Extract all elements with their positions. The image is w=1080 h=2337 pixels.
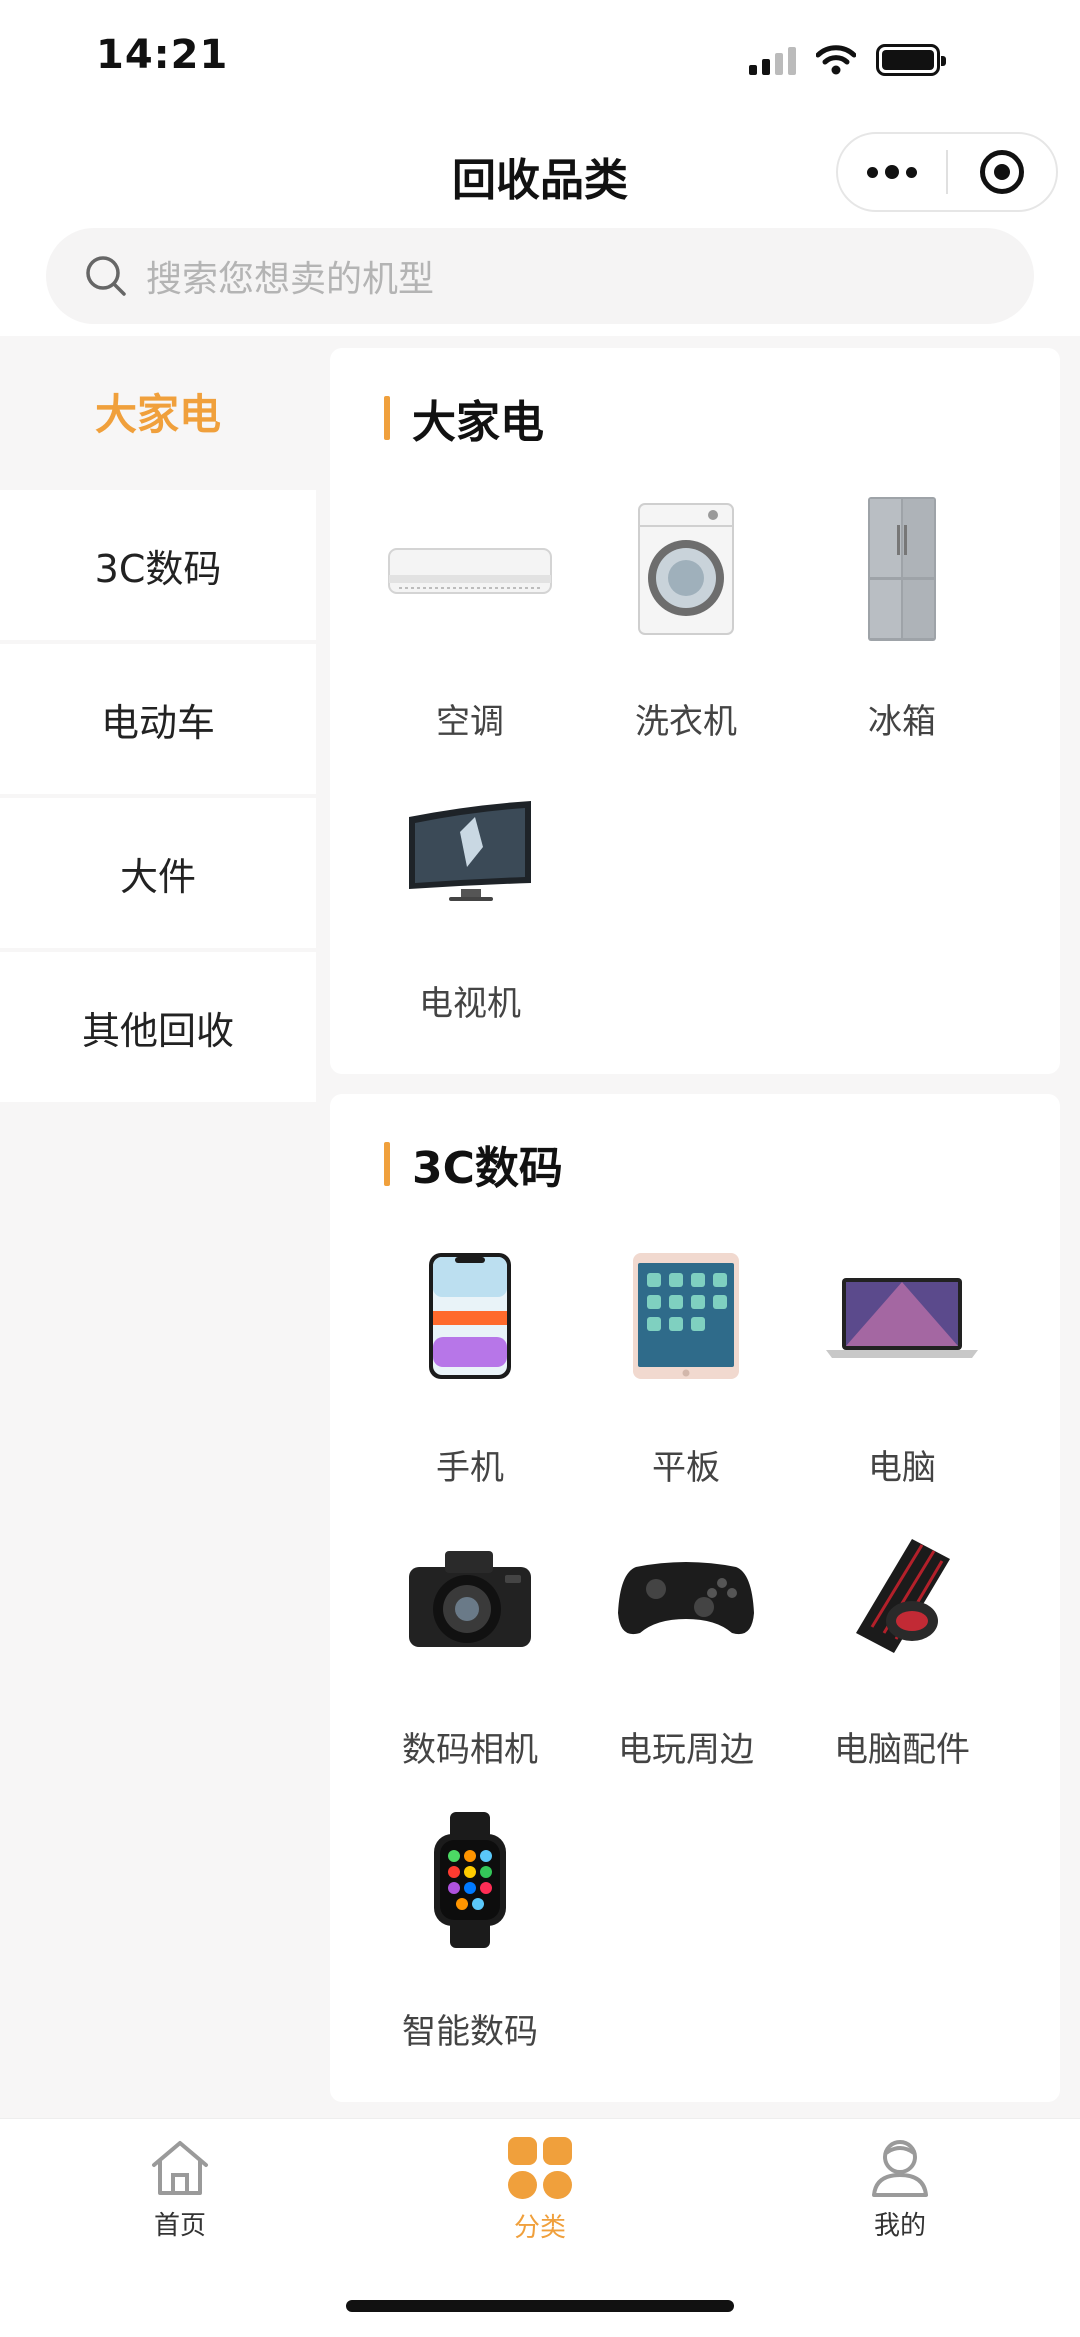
item-grid: 空调 洗衣机 冰箱 电视机 <box>330 480 1060 1044</box>
item-grid: 手机 平板 电脑 数码相机 电玩周边 电脑配件 智能数码 <box>330 1226 1060 2072</box>
section-header: 3C数码 <box>384 1132 1060 1196</box>
category-item-tablet[interactable]: 平板 <box>578 1226 794 1508</box>
item-label: 平板 <box>652 1448 720 1488</box>
category-sidebar: 大家电 3C数码 电动车 大件 其他回收 <box>0 336 316 1106</box>
keyboard-mouse-icon <box>812 1508 992 1688</box>
category-item-smart-wearables[interactable]: 智能数码 <box>362 1790 578 2072</box>
item-label: 电脑 <box>868 1448 936 1488</box>
sidebar-item-other[interactable]: 其他回收 <box>0 952 316 1102</box>
more-button[interactable] <box>838 134 946 210</box>
tv-icon <box>380 762 560 942</box>
category-item-washing-machine[interactable]: 洗衣机 <box>578 480 794 762</box>
tab-label: 我的 <box>873 2211 926 2241</box>
search-input[interactable]: 搜索您想卖的机型 <box>46 228 1034 324</box>
section-3c-digital: 3C数码 手机 平板 电脑 数码相机 电玩周边 电脑配件 智能数码 <box>330 1094 1060 2102</box>
item-label: 电视机 <box>419 984 521 1024</box>
nav-bar: 回收品类 <box>0 120 1080 230</box>
tab-home[interactable]: 首页 <box>80 2137 280 2242</box>
tab-profile[interactable]: 我的 <box>800 2137 1000 2242</box>
sidebar-item-e-bike[interactable]: 电动车 <box>0 644 316 794</box>
mini-program-capsule <box>836 132 1058 212</box>
sidebar-item-large-items[interactable]: 大件 <box>0 798 316 948</box>
item-label: 冰箱 <box>868 702 936 742</box>
sidebar-item-3c-digital[interactable]: 3C数码 <box>0 490 316 640</box>
home-icon <box>152 2141 208 2195</box>
wifi-icon <box>816 45 856 75</box>
section-title: 3C数码 <box>412 1143 563 1194</box>
more-dots-icon <box>867 165 917 179</box>
item-label: 数码相机 <box>402 1730 538 1770</box>
item-label: 洗衣机 <box>635 702 737 742</box>
item-label: 电脑配件 <box>834 1730 970 1770</box>
category-icon <box>508 2137 572 2199</box>
section-appliances: 大家电 空调 洗衣机 冰箱 电视机 <box>330 348 1060 1074</box>
category-item-tv[interactable]: 电视机 <box>362 762 578 1044</box>
signal-icon <box>749 45 796 75</box>
category-item-gamepad[interactable]: 电玩周边 <box>578 1508 794 1790</box>
status-bar: 14:21 <box>0 0 1080 120</box>
section-header: 大家电 <box>384 386 1060 450</box>
gamepad-icon <box>596 1508 776 1688</box>
item-label: 空调 <box>436 702 504 742</box>
status-time: 14:21 <box>96 32 229 78</box>
category-item-laptop[interactable]: 电脑 <box>794 1226 1010 1508</box>
search-placeholder: 搜索您想卖的机型 <box>146 259 435 300</box>
search-icon <box>84 254 128 298</box>
category-item-camera[interactable]: 数码相机 <box>362 1508 578 1790</box>
smartwatch-icon <box>380 1790 560 1970</box>
fridge-icon <box>812 480 992 660</box>
laptop-icon <box>812 1226 992 1406</box>
category-item-phone[interactable]: 手机 <box>362 1226 578 1508</box>
close-mini-program-button[interactable] <box>948 134 1056 210</box>
washing-machine-icon <box>596 480 776 660</box>
profile-icon <box>872 2140 928 2197</box>
status-icons <box>749 40 946 80</box>
category-item-fridge[interactable]: 冰箱 <box>794 480 1010 762</box>
tab-label: 分类 <box>513 2213 566 2243</box>
tab-category[interactable]: 分类 <box>440 2137 640 2244</box>
category-item-pc-accessories[interactable]: 电脑配件 <box>794 1508 1010 1790</box>
phone-icon <box>380 1226 560 1406</box>
tab-label: 首页 <box>153 2211 206 2241</box>
sidebar-item-appliances[interactable]: 大家电 <box>0 336 316 486</box>
home-indicator <box>346 2300 734 2312</box>
section-accent-bar <box>384 396 390 440</box>
air-conditioner-icon <box>380 480 560 660</box>
category-item-air-conditioner[interactable]: 空调 <box>362 480 578 762</box>
battery-icon <box>876 44 946 76</box>
category-content: 大家电 空调 洗衣机 冰箱 电视机 3C数码 手机 平板 电脑 数码相机 电玩周… <box>330 348 1060 2122</box>
tablet-icon <box>596 1226 776 1406</box>
item-label: 电玩周边 <box>618 1730 754 1770</box>
camera-icon <box>380 1508 560 1688</box>
item-label: 手机 <box>436 1448 504 1488</box>
target-icon <box>979 150 1024 194</box>
section-accent-bar <box>384 1142 390 1186</box>
item-label: 智能数码 <box>402 2012 538 2052</box>
section-title: 大家电 <box>412 397 544 448</box>
